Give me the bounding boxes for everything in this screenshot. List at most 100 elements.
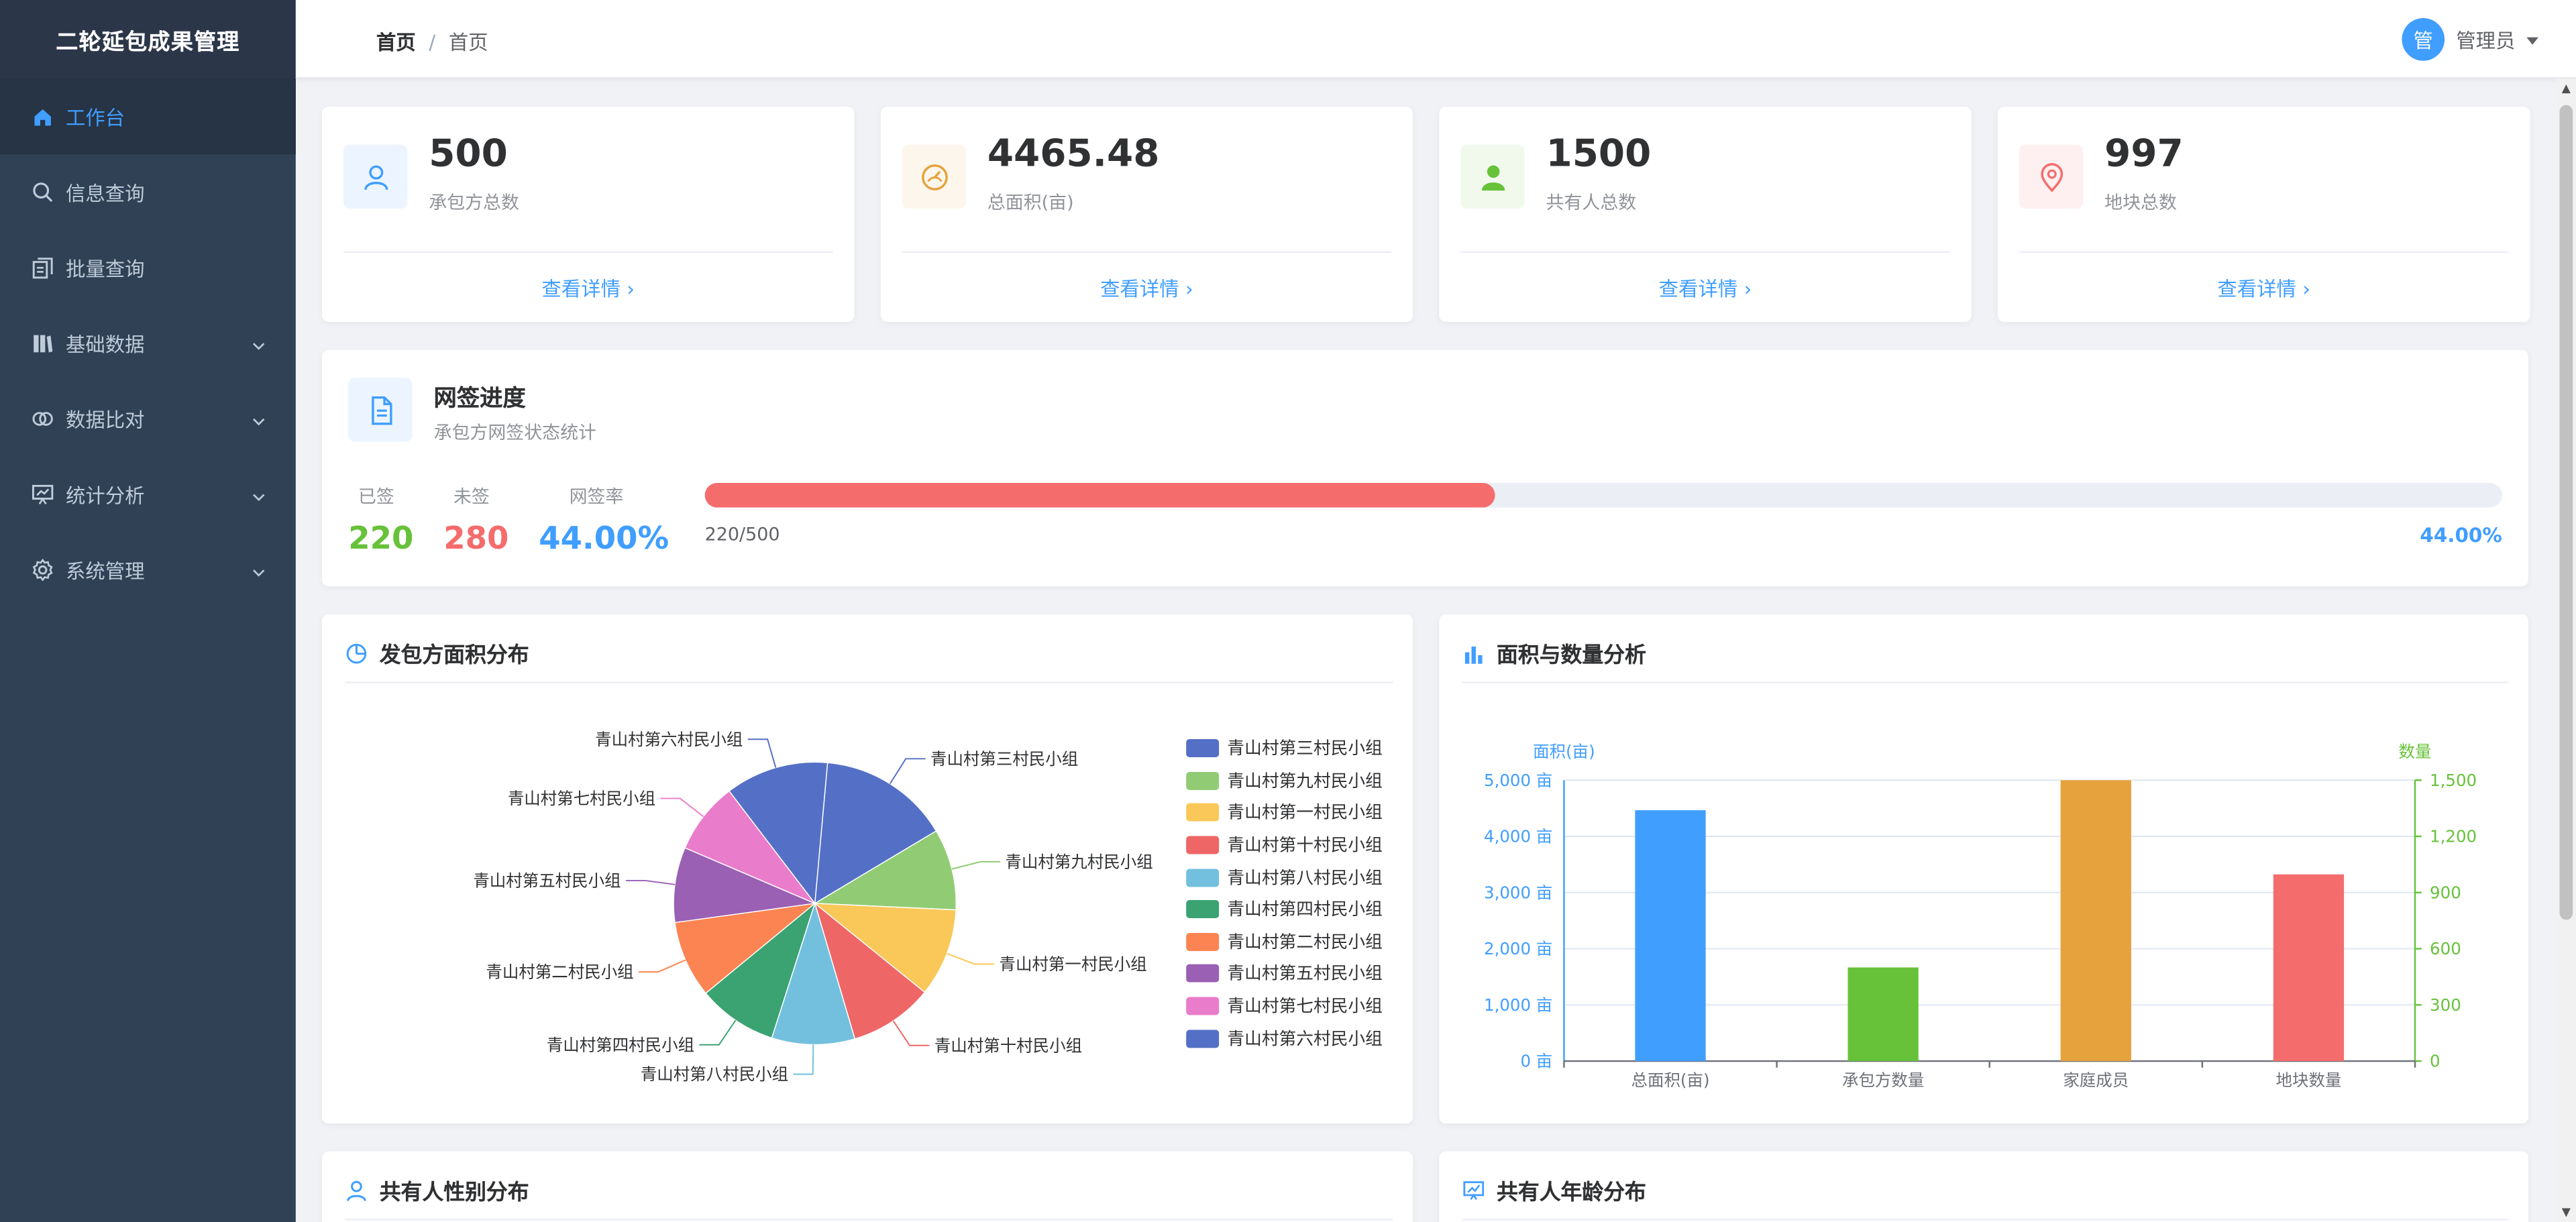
legend-swatch <box>1186 932 1220 951</box>
unsigned-stat: 未签 280 <box>443 483 508 557</box>
user-menu[interactable]: 管 管理员 <box>2402 17 2540 61</box>
sidebar-item-2[interactable]: 批量查询 <box>0 230 296 306</box>
breadcrumb-separator: / <box>429 30 436 54</box>
chevron-down-icon <box>252 486 266 502</box>
sign-progress-subtitle: 承包方网签状态统计 <box>433 422 596 444</box>
pie-leader-line <box>951 860 1001 870</box>
sidebar-menu: 工作台 信息查询 批量查询基础数据数据比对统计分析系统管理 <box>0 78 296 608</box>
search-icon <box>32 180 54 203</box>
legend-label: 青山村第五村民小组 <box>1227 964 1383 985</box>
sidebar-item-label: 统计分析 <box>65 484 145 507</box>
bar <box>2060 780 2131 1062</box>
stat-divider <box>1460 251 1950 254</box>
view-details-link[interactable]: 查看详情 › <box>881 274 1413 302</box>
stat-card-0: 500 承包方总数 查看详情 › <box>322 107 855 323</box>
legend-item[interactable]: 青山村第四村民小组 <box>1186 893 1383 926</box>
bar-chart: 0 亩 1,000 亩 2,000 亩 3,000 亩 4,000 亩 5,000 亩 0 3… <box>1484 742 2477 1090</box>
y-right-tick-label: 300 <box>2430 995 2461 1015</box>
stat-divider <box>902 251 1392 254</box>
caret-down-icon[interactable] <box>2525 32 2540 47</box>
sidebar-item-label: 数据比对 <box>65 408 145 431</box>
sign-rate-stat: 网签率 44.00% <box>539 483 669 557</box>
chevron-down-icon <box>252 562 266 577</box>
user-icon <box>347 1180 366 1201</box>
area-count-panel: 面积与数量分析 0 亩 1,000 亩 2,000 亩 3,000 亩 4,000 亩 5… <box>1439 614 2529 1124</box>
legend-swatch <box>1186 771 1220 790</box>
signed-label: 已签 <box>358 486 394 508</box>
legend-swatch <box>1186 900 1220 919</box>
y-left-tick-label: 4,000 亩 <box>1484 827 1552 846</box>
stat-divider <box>343 251 833 254</box>
sidebar-item-4[interactable]: 数据比对 <box>0 381 296 457</box>
breadcrumb-home-link[interactable]: 首页 <box>376 28 416 56</box>
sidebar-item-3[interactable]: 基础数据 <box>0 306 296 382</box>
legend-label: 青山村第六村民小组 <box>1227 1029 1383 1050</box>
legend-item[interactable]: 青山村第八村民小组 <box>1186 861 1383 893</box>
sign-percent: 44.00% <box>2420 524 2502 547</box>
age-distribution-title: 共有人年龄分布 <box>1497 1180 1646 1206</box>
user-name[interactable]: 管理员 <box>2456 25 2515 54</box>
pie-leader-line <box>638 959 686 973</box>
legend-label: 青山村第四村民小组 <box>1227 900 1383 921</box>
view-details-link[interactable]: 查看详情 › <box>1439 274 1971 302</box>
sidebar-item-label: 基础数据 <box>65 332 145 356</box>
sidebar: 二轮延包成果管理 工作台 信息查询 批量查询 基础数据 数据比对 统计分析 系统管理 <box>0 0 296 1222</box>
pie-slice-label: 青山村第七村民小组 <box>508 789 655 808</box>
unsigned-label: 未签 <box>453 486 490 508</box>
sidebar-item-1[interactable]: 信息查询 <box>0 154 296 230</box>
sidebar-item-0[interactable]: 工作台 <box>0 78 296 155</box>
gender-distribution-title-row: 共有人性别分布 <box>345 1174 529 1206</box>
gear-icon <box>32 558 54 581</box>
legend-swatch <box>1186 997 1220 1015</box>
x-tick-label: 家庭成员 <box>2063 1070 2129 1090</box>
view-details-link[interactable]: 查看详情 › <box>322 274 854 302</box>
sign-rate-value: 44.00% <box>539 520 669 557</box>
presentation-chart-icon <box>32 483 54 506</box>
sign-progress-title: 网签进度 <box>433 386 526 412</box>
chevron-down-icon <box>252 410 266 426</box>
gauge-icon <box>902 144 967 209</box>
area-distribution-title: 发包方面积分布 <box>379 644 529 669</box>
scroll-up-arrow-icon[interactable]: ▲ <box>2560 82 2573 95</box>
stat-card-1: 4465.48 总面积(亩) 查看详情 › <box>880 107 1413 323</box>
legend-item[interactable]: 青山村第七村民小组 <box>1186 990 1383 1022</box>
legend-item[interactable]: 青山村第十村民小组 <box>1186 829 1383 861</box>
legend-item[interactable]: 青山村第一村民小组 <box>1186 797 1383 829</box>
y-right-tick-label: 900 <box>2430 883 2461 902</box>
legend-label: 青山村第三村民小组 <box>1227 739 1383 760</box>
scrollbar-thumb[interactable] <box>2559 105 2573 920</box>
legend-swatch <box>1186 803 1220 822</box>
sign-progress-fill <box>704 483 1496 508</box>
y-right-tick-label: 1,200 <box>2430 827 2477 846</box>
legend-item[interactable]: 青山村第三村民小组 <box>1186 732 1383 765</box>
pie-leader-line <box>660 797 704 818</box>
pie-slice-label: 青山村第八村民小组 <box>641 1064 788 1084</box>
legend-item[interactable]: 青山村第五村民小组 <box>1186 958 1383 990</box>
y-left-tick-label: 5,000 亩 <box>1484 771 1552 790</box>
legend-item[interactable]: 青山村第九村民小组 <box>1186 765 1383 797</box>
sidebar-item-5[interactable]: 统计分析 <box>0 457 296 533</box>
view-details-link[interactable]: 查看详情 › <box>1998 274 2530 302</box>
pie-slice-label: 青山村第九村民小组 <box>1005 852 1152 871</box>
pie-leader-line <box>747 738 777 768</box>
breadcrumb: 首页 / 首页 <box>376 28 488 56</box>
stat-value: 4465.48 <box>987 133 1160 176</box>
person-filled-icon <box>1460 144 1525 209</box>
pie-slice-label: 青山村第四村民小组 <box>547 1035 694 1054</box>
compare-icon <box>32 407 54 430</box>
legend-item[interactable]: 青山村第二村民小组 <box>1186 926 1383 958</box>
y-right-tick-label: 0 <box>2430 1052 2440 1071</box>
legend-item[interactable]: 青山村第六村民小组 <box>1186 1022 1383 1054</box>
page-scrollbar[interactable]: ▲ ▼ <box>2556 78 2576 1222</box>
pie-slice-label: 青山村第二村民小组 <box>486 962 633 982</box>
x-tick-label: 地块数量 <box>2276 1070 2342 1090</box>
x-tick-label: 总面积(亩) <box>1631 1070 1710 1090</box>
sidebar-item-6[interactable]: 系统管理 <box>0 532 296 608</box>
legend-swatch <box>1186 1029 1220 1048</box>
scroll-down-arrow-icon[interactable]: ▼ <box>2560 1206 2573 1219</box>
age-distribution-panel: 共有人年龄分布 <box>1439 1151 2529 1222</box>
avatar[interactable]: 管 <box>2402 17 2445 61</box>
home-icon <box>32 105 54 128</box>
area-count-title-row: 面积与数量分析 <box>1462 637 1646 669</box>
area-count-title: 面积与数量分析 <box>1497 644 1646 669</box>
